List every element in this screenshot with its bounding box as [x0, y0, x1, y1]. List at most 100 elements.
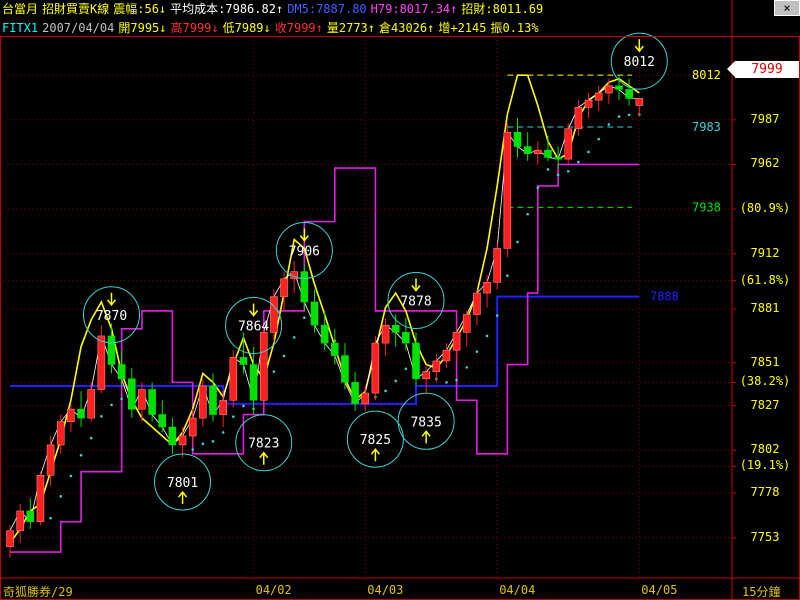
annotation-label: 8012	[624, 55, 655, 70]
ma-dot	[303, 316, 306, 320]
candle-down	[351, 382, 359, 405]
y-tick-label: (19.1%)	[739, 458, 791, 473]
candle-up	[483, 282, 491, 294]
ma-dot	[627, 113, 631, 117]
ma-dot	[59, 495, 63, 498]
candle-up	[605, 85, 613, 94]
ma-dot	[597, 137, 600, 141]
candle-down	[77, 408, 85, 419]
ma-dot	[465, 366, 469, 369]
candle-down	[107, 335, 116, 365]
candle-down	[412, 342, 420, 380]
annotation-label: 7870	[96, 309, 127, 324]
timeframe-label: 15分鐘	[742, 585, 781, 599]
candle-down	[523, 146, 532, 155]
candle-up	[381, 324, 390, 344]
candle-down	[249, 364, 258, 401]
ma-dot	[79, 453, 83, 457]
x-date-label: 04/03	[367, 583, 404, 597]
candle-down	[391, 324, 400, 333]
ma-dot	[475, 350, 479, 353]
candle-down	[158, 414, 167, 428]
candle-down	[320, 324, 329, 344]
candle-up	[371, 342, 380, 394]
y-tick-label: (80.9%)	[739, 201, 791, 216]
y-tick-label: 7827	[750, 397, 780, 412]
candle-up	[503, 132, 512, 249]
candle-down	[341, 355, 349, 383]
candle-down	[513, 132, 522, 147]
candle-up	[178, 435, 187, 446]
y-tick-label: 7851	[750, 354, 780, 369]
level-label: 7888	[650, 290, 679, 304]
ma-dot	[566, 169, 570, 173]
candle-up	[280, 278, 288, 297]
y-tick-label: 7802	[750, 442, 780, 457]
candle-up	[16, 510, 24, 531]
ma-dot	[587, 150, 590, 154]
level-label: 7938	[692, 200, 721, 214]
ma-dot	[282, 354, 286, 358]
y-tick-label: 7778	[750, 485, 780, 500]
ma-dot	[516, 240, 519, 244]
level-label: 7983	[692, 120, 721, 134]
y-tick-label: 7881	[750, 301, 780, 316]
ma-dot	[191, 448, 194, 451]
annotation-label: 7878	[400, 295, 431, 310]
candle-up	[473, 292, 481, 315]
current-price-tag: 7999	[727, 61, 799, 78]
candle-down	[554, 157, 562, 160]
candle-up	[564, 128, 573, 160]
candle-down	[168, 426, 177, 446]
candle-down	[615, 85, 623, 90]
ma-dot	[221, 431, 225, 434]
candle-up	[138, 389, 146, 410]
ma-dot	[546, 168, 550, 171]
candle-down	[625, 89, 633, 99]
candle-up	[259, 332, 268, 401]
candle-up	[533, 149, 542, 155]
x-date-label: 04/02	[255, 583, 292, 597]
annotation-label: 7801	[167, 476, 198, 491]
candle-up	[87, 389, 95, 419]
candle-up	[635, 98, 644, 106]
ma-dot	[100, 415, 103, 418]
ma-dot	[201, 442, 205, 446]
candle-up	[452, 332, 461, 351]
candle-down	[209, 385, 217, 415]
ma-dot	[577, 160, 580, 164]
ma-dot	[485, 334, 489, 338]
ma-dot	[526, 212, 529, 216]
x-date-label: 04/05	[641, 583, 678, 597]
candle-up	[584, 99, 593, 108]
candle-up	[188, 417, 197, 437]
ma-dot	[69, 474, 73, 478]
y-tick-label: 7987	[750, 111, 780, 126]
y-tick-label: 7912	[750, 245, 780, 260]
annotation-label: 7835	[410, 415, 441, 430]
candle-up	[56, 421, 65, 446]
candle-down	[148, 389, 156, 415]
candle-up	[594, 92, 603, 101]
candle-up	[270, 296, 278, 333]
ma-dot	[89, 436, 93, 440]
candle-up	[432, 360, 441, 372]
candle-down	[330, 342, 339, 356]
candle-down	[239, 357, 248, 365]
y-tick-label: 7753	[750, 529, 780, 544]
candle-up	[67, 408, 75, 422]
ma-dot	[617, 115, 621, 118]
candle-down	[117, 364, 126, 380]
ma-dot	[455, 378, 458, 382]
ma-dot	[49, 516, 52, 520]
ma-dot	[445, 381, 448, 384]
ma-dot	[556, 173, 560, 177]
candle-up	[462, 314, 471, 333]
candle-down	[128, 378, 136, 410]
x-date-label: 04/04	[499, 583, 536, 597]
candle-up	[6, 530, 14, 548]
candle-down	[26, 510, 35, 523]
candle-up	[422, 371, 430, 380]
y-tick-label: (38.2%)	[739, 374, 791, 389]
annotation-label: 7825	[360, 433, 391, 448]
